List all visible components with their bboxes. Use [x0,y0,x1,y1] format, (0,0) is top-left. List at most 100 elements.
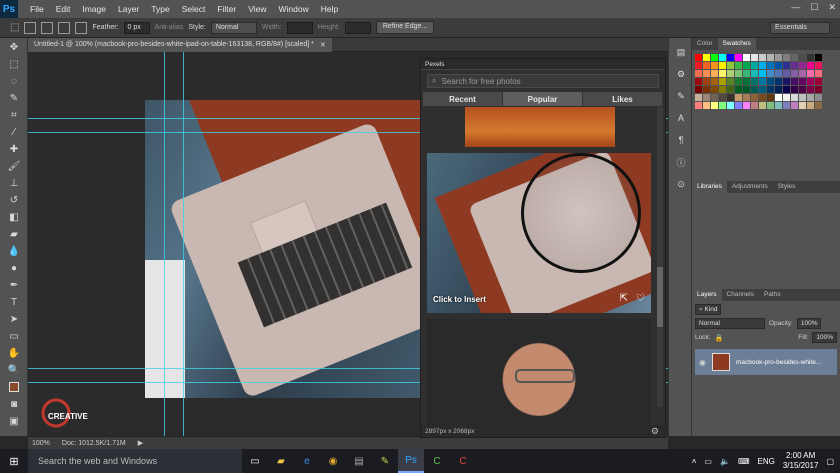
marquee-tool-icon[interactable]: ⬚ [3,56,25,72]
swatch[interactable] [735,62,742,69]
pexels-search-input[interactable]: ⌕ Search for free photos [427,74,659,88]
network-icon[interactable]: ▭ [704,457,712,466]
menu-image[interactable]: Image [76,4,112,14]
task-view-icon[interactable]: ▭ [242,449,268,473]
swatch[interactable] [751,94,758,101]
path-select-tool-icon[interactable]: ➤ [3,311,25,327]
swatch[interactable] [767,70,774,77]
swatch[interactable] [727,70,734,77]
hand-tool-icon[interactable]: ✋ [3,345,25,361]
swatch[interactable] [807,54,814,61]
keyboard-icon[interactable]: ⌨ [738,457,750,466]
swatch[interactable] [711,54,718,61]
settings-gear-icon[interactable]: ⚙ [651,426,659,437]
swatch[interactable] [807,86,814,93]
swatch[interactable] [703,54,710,61]
paragraph-icon[interactable]: ¶ [673,132,689,148]
swatch[interactable] [799,94,806,101]
tab-channels[interactable]: Channels [722,289,759,301]
canvas-image[interactable] [145,100,420,398]
camera-icon[interactable]: ⊙ [673,176,689,192]
healing-tool-icon[interactable]: ✚ [3,141,25,157]
close-tab-icon[interactable]: ✕ [320,41,326,49]
menu-file[interactable]: File [24,4,50,14]
swatch[interactable] [703,102,710,109]
swatch[interactable] [711,62,718,69]
swatch[interactable] [815,62,822,69]
swatch[interactable] [775,102,782,109]
swatch[interactable] [775,86,782,93]
windows-start-icon[interactable]: ⊞ [0,449,28,473]
photoshop-task-icon[interactable]: Ps [398,449,424,473]
menu-edit[interactable]: Edit [50,4,77,14]
recorder-icon[interactable]: C [450,449,476,473]
swatch[interactable] [775,62,782,69]
swatch[interactable] [719,62,726,69]
marquee-tool-icon[interactable]: ⬚ [10,22,19,33]
swatch[interactable] [735,102,742,109]
swatch[interactable] [815,94,822,101]
swatch[interactable] [783,70,790,77]
layer-name[interactable]: macbook-pro-besides-white... [736,359,821,366]
new-selection-icon[interactable] [24,21,37,34]
swatch[interactable] [719,70,726,77]
guide-vertical[interactable] [183,52,184,436]
clock[interactable]: 2:00 AM 3/15/2017 [783,451,819,471]
swatch[interactable] [695,62,702,69]
tab-swatches[interactable]: Swatches [717,38,756,50]
photo-thumbnail[interactable]: Click to Insert ⇱ ♡ [427,153,651,313]
menu-window[interactable]: Window [272,4,314,14]
intersect-selection-icon[interactable] [75,21,88,34]
document-tab[interactable]: Untitled-1 @ 100% (macbook-pro-besides-w… [28,37,332,52]
tab-popular[interactable]: Popular [503,92,583,106]
swatch[interactable] [799,86,806,93]
history-brush-icon[interactable]: ↺ [3,192,25,208]
eye-icon[interactable]: ◉ [699,358,706,367]
subtract-selection-icon[interactable] [58,21,71,34]
dodge-tool-icon[interactable]: ● [3,260,25,276]
tab-styles[interactable]: Styles [773,181,801,193]
swatch[interactable] [727,78,734,85]
swatch[interactable] [815,78,822,85]
heart-icon[interactable]: ♡ [636,293,645,304]
swatch[interactable] [703,94,710,101]
swatch[interactable] [695,70,702,77]
swatch[interactable] [695,94,702,101]
zoom-level[interactable]: 100% [32,440,50,447]
photo-thumbnail[interactable] [465,107,615,147]
swatch[interactable] [727,62,734,69]
swatch[interactable] [791,62,798,69]
swatch[interactable] [791,102,798,109]
swatch[interactable] [719,94,726,101]
brush-tool-icon[interactable]: 🖌 [3,158,25,174]
swatch[interactable] [695,102,702,109]
type-tool-icon[interactable]: T [3,294,25,310]
swatch[interactable] [767,62,774,69]
swatch[interactable] [735,54,742,61]
tab-color[interactable]: Color [692,38,718,50]
swatch[interactable] [815,70,822,77]
swatch[interactable] [767,94,774,101]
swatch[interactable] [735,78,742,85]
swatch[interactable] [783,54,790,61]
swatch[interactable] [751,78,758,85]
move-tool-icon[interactable]: ✥ [3,39,25,55]
tab-likes[interactable]: Likes [583,92,663,106]
swatch[interactable] [799,102,806,109]
antialias-checkbox[interactable]: Anti-alias [155,24,184,31]
swatch[interactable] [815,86,822,93]
fill-input[interactable]: 100% [812,332,837,343]
shape-tool-icon[interactable]: ▭ [3,328,25,344]
maximize-icon[interactable]: ☐ [810,2,818,13]
swatch[interactable] [783,78,790,85]
swatch[interactable] [759,94,766,101]
swatch[interactable] [735,94,742,101]
swatch[interactable] [743,54,750,61]
swatch[interactable] [695,54,702,61]
opacity-input[interactable]: 100% [796,318,822,329]
taskbar-search[interactable]: Search the web and Windows [28,449,242,473]
add-selection-icon[interactable] [41,21,54,34]
language-indicator[interactable]: ENG [758,457,775,466]
swatch[interactable] [783,94,790,101]
swatch[interactable] [735,70,742,77]
